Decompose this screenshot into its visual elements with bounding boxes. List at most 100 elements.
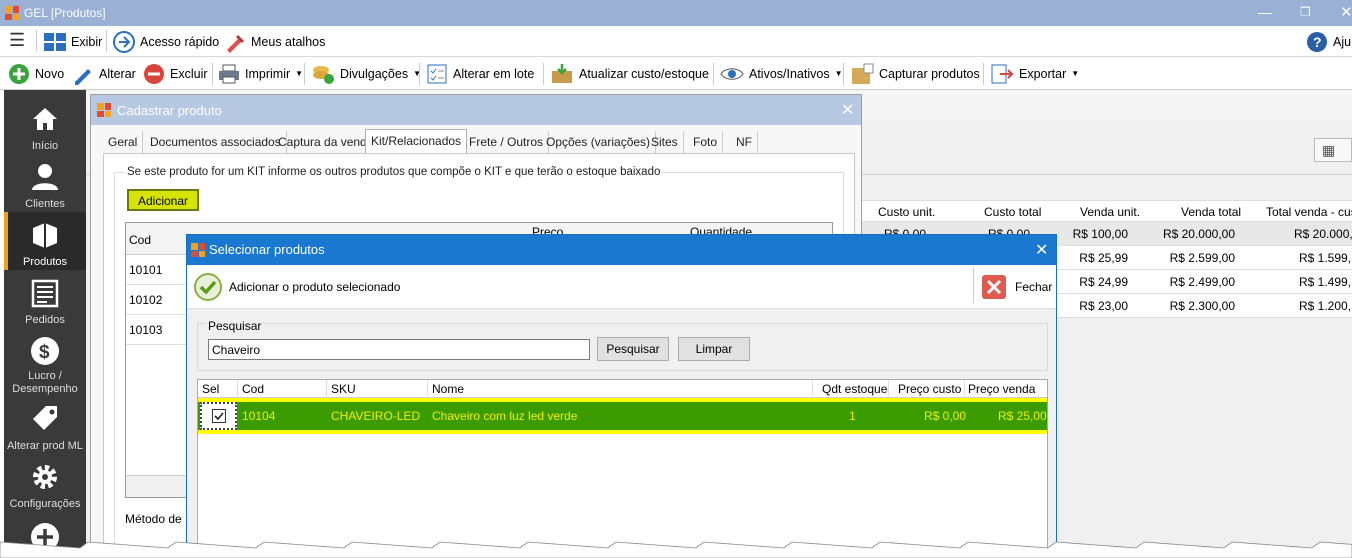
col-header-nome[interactable]: Nome <box>432 382 464 396</box>
table-cell-venda: R$ 25,00 <box>998 409 1047 423</box>
close-icon[interactable]: ✕ <box>1035 240 1048 260</box>
col-header-custo-unit[interactable]: Custo unit. <box>878 205 935 219</box>
sidebar-item-alterar-ml[interactable]: Alterar prod ML <box>4 396 86 454</box>
search-input[interactable]: Chaveiro <box>208 339 590 360</box>
table-cell: 10102 <box>129 293 163 307</box>
torn-edge-decoration <box>0 541 1352 558</box>
document-list-icon <box>31 279 59 308</box>
atualizar-custo-label: Atualizar custo/estoque <box>579 66 709 81</box>
close-icon[interactable]: ✕ <box>841 100 854 120</box>
box-icon <box>33 223 57 248</box>
svg-text:?: ? <box>1313 34 1322 50</box>
table-cell: R$ 2.499,00 <box>1169 275 1235 289</box>
col-header-custo-total[interactable]: Custo total <box>984 205 1041 219</box>
sidebar-item-produtos[interactable]: Produtos <box>4 212 86 270</box>
table-cell: R$ 20.000,00 <box>1162 227 1235 241</box>
close-icon[interactable]: ✕ <box>1340 3 1352 21</box>
imprimir-label: Imprimir <box>245 66 291 81</box>
col-header-sel[interactable]: Sel <box>202 382 219 396</box>
divulgacoes-button[interactable]: Divulgações ▼ <box>311 57 421 90</box>
metodo-label: Método de <box>125 512 182 526</box>
tab-frete[interactable]: Frete / Outros <box>464 131 550 153</box>
dialog-titlebar: Cadastrar produto ✕ <box>91 95 861 125</box>
fechar-button[interactable]: Fechar <box>981 271 1052 303</box>
box-capture-icon <box>852 63 874 84</box>
grid-settings-button[interactable]: ▦ <box>1314 138 1352 162</box>
col-header-venda-total[interactable]: Venda total <box>1181 205 1241 219</box>
col-header-total-venda[interactable]: Total venda - cus <box>1266 205 1352 219</box>
window-titlebar: GEL [Produtos] — ❐ ✕ <box>0 0 1352 26</box>
exportar-button[interactable]: Exportar ▼ <box>990 57 1079 90</box>
col-header-preco-custo[interactable]: Preço custo <box>898 382 961 396</box>
col-header-cod[interactable]: Cod <box>129 233 151 247</box>
sidebar-item-lucro[interactable]: $ Lucro / Desempenho <box>4 328 86 396</box>
divulgacoes-label: Divulgações <box>340 66 409 81</box>
capturar-produtos-button[interactable]: Capturar produtos <box>850 57 980 90</box>
meus-atalhos-menu[interactable]: Meus atalhos <box>224 25 325 58</box>
excluir-label: Excluir <box>170 66 208 81</box>
pesquisar-button[interactable]: Pesquisar <box>597 337 669 361</box>
results-grid-header: Sel Cod SKU Nome Qdt estoque Preço custo… <box>198 380 1047 398</box>
table-cell: R$ 1.499, <box>1299 275 1352 289</box>
alterar-button[interactable]: Alterar <box>72 57 136 90</box>
tab-sites[interactable]: Sites <box>646 131 684 153</box>
tab-documentos[interactable]: Documentos associados <box>145 131 287 153</box>
sidebar-item-pedidos[interactable]: Pedidos <box>4 270 86 328</box>
ativos-inativos-button[interactable]: Ativos/Inativos ▼ <box>720 57 843 90</box>
sidebar: Início Clientes Produtos Pedidos $ Lucro… <box>4 90 86 558</box>
tab-nf[interactable]: NF <box>731 131 758 153</box>
novo-button[interactable]: Novo <box>8 57 64 90</box>
sidebar-item-clientes[interactable]: Clientes <box>4 154 86 212</box>
gear-icon <box>33 465 57 489</box>
dialog-title: Cadastrar produto <box>117 103 222 118</box>
close-x-icon <box>982 275 1006 299</box>
table-cell: R$ 2.599,00 <box>1169 251 1235 265</box>
table-cell-cod: 10104 <box>242 409 276 423</box>
table-cell: R$ 1.200, <box>1299 299 1352 313</box>
excluir-button[interactable]: Excluir <box>143 57 208 90</box>
imprimir-button[interactable]: Imprimir ▼ <box>218 57 303 90</box>
sidebar-item-label: Pedidos <box>25 314 65 326</box>
sidebar-item-label: Produtos <box>22 256 68 268</box>
table-row[interactable]: 10104 CHAVEIRO-LED Chaveiro com luz led … <box>198 402 1047 430</box>
col-header-qdt-estoque[interactable]: Qdt estoque <box>822 382 887 396</box>
col-header-cod[interactable]: Cod <box>242 382 264 396</box>
col-header-venda-unit[interactable]: Venda unit. <box>1080 205 1140 219</box>
hamburger-menu-icon[interactable]: ☰ <box>9 30 25 51</box>
checkbox-checked-icon[interactable] <box>212 409 226 423</box>
sidebar-item-configuracoes[interactable]: Configurações <box>4 454 86 512</box>
table-cell: R$ 100,00 <box>1072 227 1128 241</box>
svg-text:$: $ <box>39 342 50 363</box>
sidebar-item-inicio[interactable]: Início <box>4 96 86 154</box>
divider <box>106 30 107 52</box>
alterar-em-lote-button[interactable]: Alterar em lote <box>426 57 534 90</box>
ajuda-menu[interactable]: ? Aju <box>1306 25 1351 58</box>
col-header-sku[interactable]: SKU <box>331 382 356 396</box>
acesso-rapido-menu[interactable]: Acesso rápido <box>113 25 219 58</box>
limpar-button[interactable]: Limpar <box>678 337 750 361</box>
coins-icon <box>313 65 334 84</box>
exibir-menu[interactable]: Exibir <box>44 25 102 58</box>
fechar-label: Fechar <box>1015 280 1053 294</box>
help-icon: ? <box>1307 31 1327 52</box>
tab-opcoes[interactable]: Opções (variações) <box>541 131 657 153</box>
col-header-preco-venda[interactable]: Preço venda <box>968 382 1035 396</box>
dollar-icon: $ <box>31 337 59 365</box>
table-cell-nome: Chaveiro com luz led verde <box>432 409 578 423</box>
ajuda-label: Aju <box>1333 34 1352 49</box>
atualizar-custo-button[interactable]: Atualizar custo/estoque <box>550 57 709 90</box>
dialog-title: Selecionar produtos <box>209 242 325 257</box>
tab-kit-relacionados[interactable]: Kit/Relacionados <box>365 129 468 153</box>
export-icon <box>991 64 1014 83</box>
row-select-cell[interactable] <box>200 402 237 430</box>
tab-captura[interactable]: Captura da venda <box>273 131 380 153</box>
minimize-icon[interactable]: — <box>1258 4 1272 20</box>
tab-foto[interactable]: Foto <box>688 131 724 153</box>
check-circle-icon <box>194 273 222 301</box>
add-selected-button[interactable]: Adicionar o produto selecionado <box>193 271 400 303</box>
exibir-label: Exibir <box>71 34 103 49</box>
capturar-produtos-label: Capturar produtos <box>879 66 980 81</box>
tab-geral[interactable]: Geral <box>103 131 144 153</box>
adicionar-button[interactable]: Adicionar <box>127 189 199 211</box>
maximize-icon[interactable]: ❐ <box>1300 5 1311 19</box>
